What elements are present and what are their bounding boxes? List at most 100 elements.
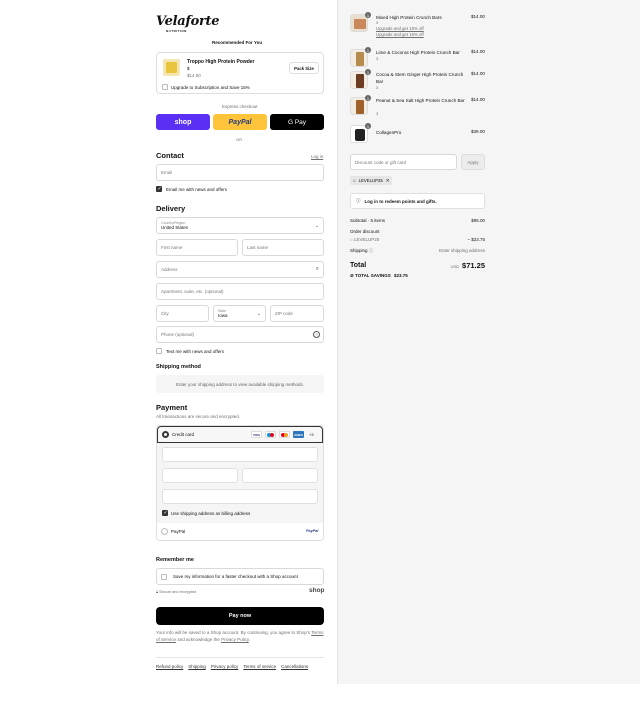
cart-items: 1 Mixed High Protein Crunch Bars 3 Upgra… xyxy=(350,0,485,150)
help-icon[interactable]: ⓘ xyxy=(369,248,374,253)
or-divider: OR xyxy=(236,137,242,142)
credit-card-radio[interactable] xyxy=(162,431,169,438)
footer-divider xyxy=(156,657,324,658)
shipping-value: Enter shipping address xyxy=(438,248,485,253)
mastercard-icon xyxy=(279,431,290,438)
quantity-badge: 1 xyxy=(365,47,371,53)
credit-card-option[interactable]: Credit card VISA AMEX +3 xyxy=(157,426,323,443)
apartment-field[interactable]: Apartment, suite, etc. (optional) xyxy=(156,283,324,300)
legal-text: Your info will be saved to a Shop accoun… xyxy=(156,630,324,643)
cancellations-link[interactable]: Cancellations xyxy=(281,664,308,669)
security-code-field[interactable] xyxy=(242,468,318,483)
subscribe-checkbox[interactable] xyxy=(162,84,168,90)
state-select[interactable]: State Iowa ⌄ xyxy=(213,305,266,322)
upgrade-link[interactable]: Upgrade and get 15% off xyxy=(376,26,424,31)
name-on-card-field[interactable] xyxy=(162,489,318,504)
total-savings: ⊘ TOTAL SAVINGS $23.75 xyxy=(350,273,408,279)
card-form: Use shipping address as billing address xyxy=(157,443,323,523)
close-icon[interactable]: ✕ xyxy=(386,178,390,184)
discount-code-line: ⌂ LEVELUP25 xyxy=(350,237,379,242)
last-name-field[interactable]: Last name xyxy=(242,239,324,256)
discount-input[interactable]: Discount code or gift card xyxy=(350,154,457,170)
city-field[interactable]: City xyxy=(156,305,209,322)
text-news-label: Text me with news and offers xyxy=(166,349,224,354)
shipping-link[interactable]: Shipping xyxy=(188,664,206,669)
paypal-logo-icon: PayPal xyxy=(306,529,319,533)
upgrade-link[interactable]: Upgrade and get 15% off xyxy=(376,32,424,37)
item-name: Cocoa & Stem Ginger High Protein Crunch … xyxy=(376,72,464,84)
total-amount: USD $71.25 xyxy=(451,261,485,270)
discount-tag: ⌂ LEVELUP25 ✕ xyxy=(350,176,393,185)
privacy-link[interactable]: Privacy Policy xyxy=(221,637,249,642)
help-icon[interactable]: ? xyxy=(313,331,320,338)
expiry-field[interactable] xyxy=(162,468,238,483)
login-link[interactable]: Log in xyxy=(311,154,323,159)
quantity-badge: 1 xyxy=(365,95,371,101)
paypal-option[interactable]: PayPal PayPal xyxy=(157,523,323,540)
quantity-badge: 1 xyxy=(365,123,371,129)
recommended-card: Troppo High Protein Powder $ $14.00 Pack… xyxy=(156,52,324,94)
remember-checkbox[interactable] xyxy=(161,573,167,580)
tag-icon: ⌂ xyxy=(350,237,353,242)
recommended-product-name: Troppo High Protein Powder xyxy=(187,59,255,65)
pack-size-button[interactable]: Pack Size xyxy=(289,62,319,74)
remember-title: Remember me xyxy=(156,557,194,563)
country-select[interactable]: Country/Region United States ⌄ xyxy=(156,217,324,234)
gpay-button[interactable]: G Pay xyxy=(270,114,324,130)
currency-code: USD xyxy=(450,264,460,269)
total-value: $71.25 xyxy=(462,261,485,270)
brand-logo: Velaforte xyxy=(156,14,220,29)
apply-button[interactable]: Apply xyxy=(461,154,485,170)
lock-icon: 🔒︎ xyxy=(156,590,159,594)
item-variant: 3 xyxy=(376,56,379,61)
subtotal-value: $95.00 xyxy=(471,218,485,223)
recommended-title: Recommended For You xyxy=(212,40,263,45)
rewards-banner[interactable]: ⓘ Log in to redeem points and gifts. xyxy=(350,193,485,209)
card-number-field[interactable] xyxy=(162,447,318,462)
item-variant: 3 xyxy=(376,111,379,116)
shop-pay-button[interactable]: shop xyxy=(156,114,210,130)
text-news-checkbox[interactable] xyxy=(156,348,162,354)
first-name-field[interactable]: First name xyxy=(156,239,238,256)
privacy-policy-link[interactable]: Privacy policy xyxy=(211,664,239,669)
remember-option[interactable]: Save my information for a faster checkou… xyxy=(156,568,324,585)
totals: Subtotal · 5 items $95.00 Order discount… xyxy=(350,218,485,278)
discount-tag-code: LEVELUP25 xyxy=(358,178,383,183)
recommended-variant: $ xyxy=(187,66,190,71)
item-price: $14.00 xyxy=(470,14,485,19)
amex-icon: AMEX xyxy=(293,431,304,438)
quantity-badge: 1 xyxy=(365,69,371,75)
discount-code: LEVELUP25 xyxy=(353,237,380,242)
credit-card-label: Credit card xyxy=(172,432,195,437)
phone-placeholder: Phone (optional) xyxy=(161,332,195,337)
rewards-text: Log in to redeem points and gifts. xyxy=(364,198,437,204)
terms-of-service-link[interactable]: Terms of service xyxy=(243,664,276,669)
subscribe-label: Upgrade to Subscription and Save 15% xyxy=(171,85,250,90)
item-price: $14.00 xyxy=(470,49,485,54)
item-price: $14.00 xyxy=(470,97,485,102)
paypal-radio[interactable] xyxy=(161,528,168,535)
pay-now-button[interactable]: Pay now xyxy=(156,607,324,625)
item-name: Peanut & Sea Salt High Protein Crunch Ba… xyxy=(376,98,465,103)
item-name: CollagenPro xyxy=(376,130,402,135)
footer-links: Refund policy Shipping Privacy policy Te… xyxy=(156,664,308,669)
checkout-main: Velaforte NUTRITION Recommended For You … xyxy=(0,0,337,710)
savings-label: TOTAL SAVINGS xyxy=(355,273,391,278)
remember-label: Save my information for a faster checkou… xyxy=(173,574,298,579)
express-label: Express checkout xyxy=(222,104,258,109)
email-field[interactable]: Email xyxy=(156,164,324,181)
search-icon: ⌕ xyxy=(315,266,319,272)
country-value: United States xyxy=(161,225,189,230)
secure-note: 🔒︎ Secure and encrypted xyxy=(156,590,196,594)
address-field[interactable]: Address ⌕ xyxy=(156,261,324,278)
phone-field[interactable]: Phone (optional) ? xyxy=(156,326,324,343)
refund-policy-link[interactable]: Refund policy xyxy=(156,664,183,669)
chevron-down-icon: ⌄ xyxy=(314,223,319,229)
paypal-button[interactable]: PayPal xyxy=(213,114,267,130)
delivery-title: Delivery xyxy=(156,204,186,213)
zip-field[interactable]: ZIP code xyxy=(270,305,324,322)
item-name: Lime & Coconut High Protein Crunch Bar xyxy=(376,50,460,55)
email-news-checkbox[interactable] xyxy=(156,186,162,192)
billing-checkbox[interactable] xyxy=(162,510,168,516)
info-icon: ⓘ xyxy=(356,198,361,203)
